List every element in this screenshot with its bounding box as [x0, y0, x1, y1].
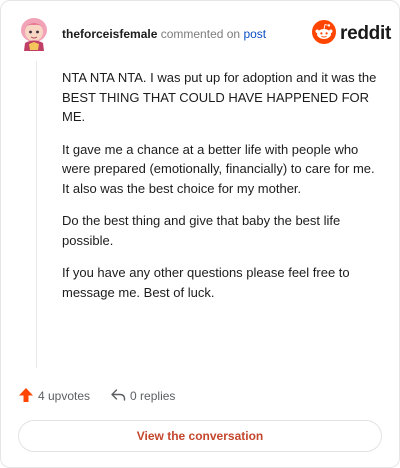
reply-count[interactable]: 0 replies	[110, 387, 175, 406]
view-conversation-button[interactable]: View the conversation	[18, 420, 382, 452]
comment-byline: theforceisfemale commented on post	[62, 27, 266, 41]
reddit-logo[interactable]: reddit	[312, 19, 391, 49]
comment-paragraph: If you have any other questions please f…	[62, 265, 350, 300]
username-link[interactable]: theforceisfemale	[62, 27, 157, 41]
reply-label: 0 replies	[130, 389, 176, 403]
comment-paragraph: NTA NTA NTA. I was put up for adoption a…	[62, 70, 377, 124]
commented-on-text: commented on	[160, 27, 241, 41]
comment-paragraph: It gave me a chance at a better life wit…	[62, 141, 375, 196]
reddit-logo-icon	[312, 19, 336, 49]
user-avatar[interactable]	[18, 16, 50, 52]
upvote-count[interactable]: 4 upvotes	[18, 387, 90, 406]
upvote-arrow-icon	[18, 387, 38, 406]
comment-body: NTA NTA NTA. I was put up for adoption a…	[62, 68, 380, 315]
reply-arrow-icon	[110, 387, 130, 406]
thread-line	[36, 61, 37, 368]
comment-footer: 4 upvotes 0 replies	[18, 386, 175, 406]
post-link[interactable]: post	[243, 27, 266, 41]
comment-embed-card: theforceisfemale commented on post reddi…	[0, 0, 400, 468]
upvote-label: 4 upvotes	[38, 389, 91, 403]
comment-paragraph: Do the best thing and give that baby the…	[62, 213, 341, 248]
reddit-wordmark: reddit	[340, 23, 391, 44]
